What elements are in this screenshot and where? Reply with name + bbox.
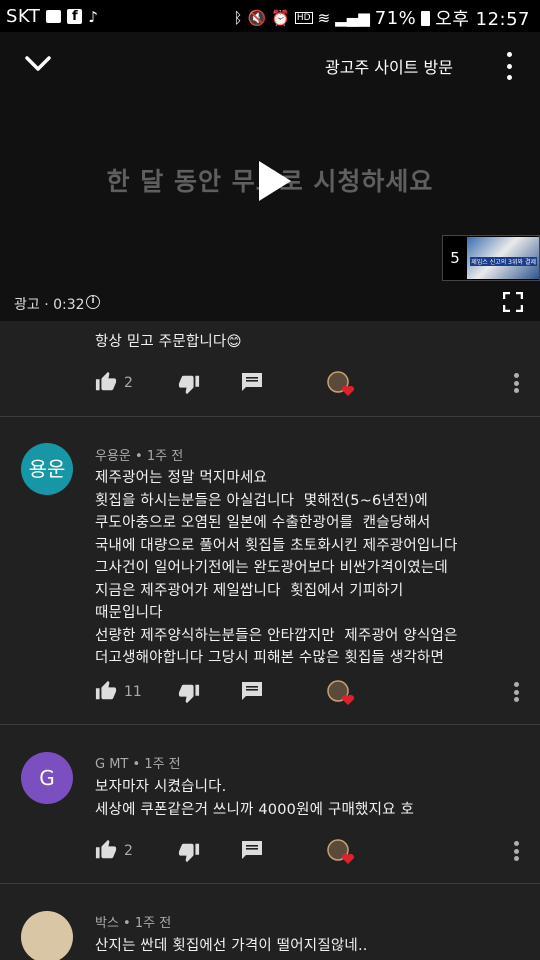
creator-heart-icon xyxy=(327,839,355,864)
thumb-up-icon[interactable] xyxy=(95,371,117,393)
comment-actions: 2 xyxy=(0,839,540,864)
more-vert-icon[interactable] xyxy=(513,682,519,702)
thumb-up-icon[interactable] xyxy=(95,839,117,861)
play-icon[interactable] xyxy=(258,160,292,202)
comment-time: 1주 전 xyxy=(134,916,172,931)
comment-item: 박스 • 1주 전 산지는 싼데 횟집에선 가격이 떨어지질않네.. xyxy=(0,884,540,960)
info-icon[interactable]: i xyxy=(86,295,100,309)
more-vert-icon[interactable] xyxy=(513,841,519,861)
comment-item: 용운 우용운 • 1주 전 제주광어는 정말 먹지마세요 횟집을 하시는분들은 … xyxy=(0,417,540,723)
comment-time: 1주 전 xyxy=(146,449,184,464)
comment-actions: 2 xyxy=(0,371,540,396)
next-video-thumbnail: 제임스 신고의 3위와 결제 xyxy=(467,237,539,279)
comment-text: 보자마자 시켰습니다. 세상에 쿠폰같은거 쓰니까 4000원에 구매했지요 호 xyxy=(95,779,415,818)
volte-icon: HD xyxy=(294,12,313,24)
reply-icon[interactable] xyxy=(242,373,262,391)
thumb-down-icon[interactable] xyxy=(178,373,200,395)
comment-item: G G MT • 1주 전 보자마자 시켰습니다. 세상에 쿠폰같은거 쓰니까 … xyxy=(0,725,540,883)
comment-meta: 우용운 • 1주 전 xyxy=(95,449,184,464)
like-count: 2 xyxy=(124,843,133,859)
thumb-down-icon[interactable] xyxy=(178,682,200,704)
avatar[interactable] xyxy=(21,911,73,960)
comment-text: 산지는 싼데 횟집에선 가격이 떨어지질않네.. xyxy=(95,938,368,954)
carrier-label: SKT xyxy=(6,6,41,27)
creator-heart-icon xyxy=(327,680,355,705)
fullscreen-icon[interactable] xyxy=(503,292,523,312)
thumb-up-icon[interactable] xyxy=(95,680,117,702)
avatar[interactable]: 용운 xyxy=(21,443,73,495)
comment-time: 1주 전 xyxy=(144,757,181,772)
video-player[interactable]: 광고주 사이트 방문 한 달 동안 무료로 시청하세요 5 제임스 신고의 3위… xyxy=(0,32,540,321)
battery-icon xyxy=(421,10,431,26)
thumbnail-caption: 제임스 신고의 3위와 결제 xyxy=(470,257,537,266)
comment-author[interactable]: 우용운 xyxy=(95,449,131,464)
comment-item: 항상 믿고 주문합니다😊 2 xyxy=(0,321,540,416)
mute-icon: 🔇 xyxy=(247,9,267,27)
chevron-down-icon[interactable] xyxy=(22,50,54,78)
message-icon xyxy=(46,10,62,23)
comment-author[interactable]: 박스 xyxy=(95,916,119,931)
thumb-down-icon[interactable] xyxy=(178,841,200,863)
more-vert-icon[interactable] xyxy=(513,373,519,393)
reply-icon[interactable] xyxy=(242,841,262,859)
alarm-icon: ⏰ xyxy=(271,9,290,27)
like-count: 11 xyxy=(124,684,142,700)
battery-percent: 71% xyxy=(374,7,417,29)
ad-timer: 광고 · 0:32 xyxy=(14,297,85,313)
comment-text: 제주광어는 정말 먹지마세요 횟집을 하시는분들은 아실겁니다 몇해전(5~6년… xyxy=(95,470,458,666)
tiktok-icon: ♪ xyxy=(88,7,98,26)
comment-text: 항상 믿고 주문합니다😊 xyxy=(95,334,242,350)
creator-heart-icon xyxy=(327,371,355,396)
comment-meta: 박스 • 1주 전 xyxy=(95,916,172,931)
signal-icon: ▂▄▆ xyxy=(335,9,370,27)
visit-advertiser-link[interactable]: 광고주 사이트 방문 xyxy=(325,54,453,78)
bluetooth-icon: ᛒ xyxy=(233,9,243,27)
wifi-icon: ≋ xyxy=(317,9,331,27)
comment-meta: G MT • 1주 전 xyxy=(95,757,181,772)
skip-countdown: 5 xyxy=(450,249,460,267)
comment-list[interactable]: 항상 믿고 주문합니다😊 2 용운 우용운 • 1주 전 제주광어는 정말 먹지… xyxy=(0,321,540,960)
avatar-initials: G xyxy=(39,766,55,790)
status-bar: SKT f ♪ ᛒ 🔇 ⏰ HD ≋ ▂▄▆ 71% 오후 12:57 xyxy=(0,0,540,32)
avatar[interactable]: G xyxy=(21,752,73,804)
comment-actions: 11 xyxy=(0,680,540,705)
clock: 오후 12:57 xyxy=(435,9,530,30)
skip-ad-preview[interactable]: 5 제임스 신고의 3위와 결제 xyxy=(442,235,540,281)
like-count: 2 xyxy=(124,375,133,391)
reply-icon[interactable] xyxy=(242,682,262,700)
more-vert-icon[interactable] xyxy=(502,52,516,80)
comment-author[interactable]: G MT xyxy=(95,757,128,772)
avatar-initials: 용운 xyxy=(28,457,66,481)
facebook-icon: f xyxy=(67,9,83,24)
